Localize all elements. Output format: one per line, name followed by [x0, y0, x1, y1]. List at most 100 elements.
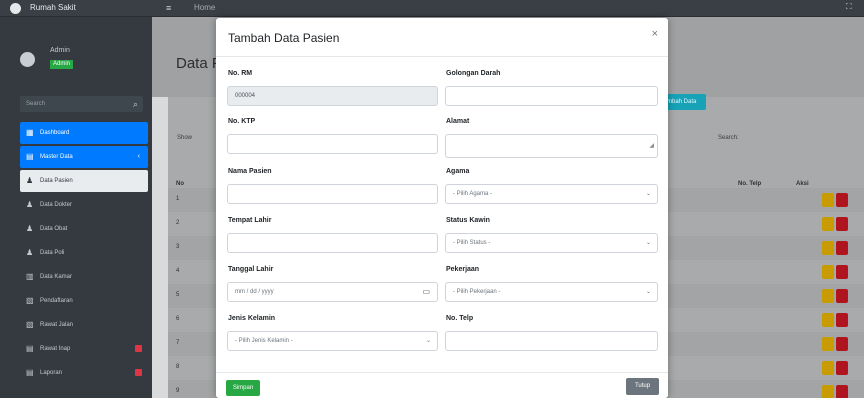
show-entries-label: Show: [177, 135, 193, 141]
tempat-lahir-field[interactable]: [227, 233, 438, 253]
chevron-left-icon: ‹: [137, 153, 140, 160]
edit-button[interactable]: [822, 241, 834, 255]
delete-button[interactable]: [836, 361, 848, 375]
delete-button[interactable]: [836, 217, 848, 231]
sidebar-item-label: Pendaftaran: [40, 298, 73, 304]
nav-home-link[interactable]: Home: [194, 3, 215, 12]
row-number: 7: [176, 340, 180, 346]
jenis-kelamin-selected: - Pilih Jenis Kelamin -: [235, 338, 293, 344]
edit-button[interactable]: [822, 265, 834, 279]
no-ktp-label: No. KTP: [228, 118, 256, 125]
column-header-no[interactable]: No: [176, 181, 184, 187]
notification-badge: [135, 369, 142, 376]
building-icon: ▥: [26, 272, 34, 281]
clipboard-icon: ▧: [26, 296, 34, 305]
tanggal-lahir-field[interactable]: mm / dd / yyyy ▭: [227, 282, 438, 302]
alamat-label: Alamat: [446, 118, 470, 125]
modal-header-divider: [216, 56, 668, 57]
user-icon: ♟: [26, 248, 34, 257]
sidebar-item-label: Data Kamar: [40, 274, 73, 280]
user-icon: ♟: [26, 176, 34, 185]
search-icon[interactable]: ⌕: [133, 96, 138, 112]
calendar-icon[interactable]: ▭: [422, 283, 430, 301]
alamat-textarea[interactable]: ◢: [445, 134, 658, 158]
status-kawin-select[interactable]: - Pilih Status - ⌄: [445, 233, 658, 253]
sidebar-item-laporan[interactable]: ▤ Laporan: [20, 362, 148, 384]
sidebar-item-rawat-inap[interactable]: ▤ Rawat Inap: [20, 338, 148, 360]
top-navbar: Rumah Sakit ≡ Home ⛶: [0, 0, 864, 17]
app-title[interactable]: Rumah Sakit: [30, 3, 76, 12]
dashboard-icon: ▦: [26, 128, 34, 137]
jenis-kelamin-label: Jenis Kelamin: [228, 315, 276, 322]
save-button[interactable]: Simpan: [226, 380, 260, 396]
sidebar-item-data-poli[interactable]: ♟ Data Poli: [20, 242, 148, 264]
nama-pasien-field[interactable]: [227, 184, 438, 204]
pekerjaan-label: Pekerjaan: [446, 266, 480, 273]
sidebar-item-data-dokter[interactable]: ♟ Data Dokter: [20, 194, 148, 216]
clipboard-icon: ▧: [26, 320, 34, 329]
delete-button[interactable]: [836, 337, 848, 351]
table-icon: ▤: [26, 368, 34, 377]
column-header-aksi[interactable]: Aksi: [796, 181, 809, 187]
close-icon[interactable]: ×: [652, 28, 658, 40]
sidebar-item-data-pasien[interactable]: ♟ Data Pasien: [20, 170, 148, 192]
edit-button[interactable]: [822, 289, 834, 303]
sidebar-item-label: Data Dokter: [40, 202, 73, 208]
no-telp-label: No. Telp: [446, 315, 474, 322]
pekerjaan-select[interactable]: - Pilih Pekerjaan - ⌄: [445, 282, 658, 302]
sidebar-item-data-obat[interactable]: ♟ Data Obat: [20, 218, 148, 240]
expand-icon[interactable]: ⛶: [846, 2, 856, 12]
column-header-telp[interactable]: No. Telp: [738, 181, 761, 187]
chevron-down-icon: ⌄: [645, 191, 651, 197]
sidebar-item-label: Dashboard: [40, 130, 70, 136]
user-name[interactable]: Admin: [50, 47, 70, 54]
sidebar-item-dashboard[interactable]: ▦ Dashboard: [20, 122, 148, 144]
user-icon: ♟: [26, 224, 34, 233]
database-icon: ▤: [26, 152, 34, 161]
golongan-darah-label: Golongan Darah: [446, 70, 501, 77]
sidebar-item-pendaftaran[interactable]: ▧ Pendaftaran: [20, 290, 148, 312]
no-ktp-field[interactable]: [227, 134, 438, 154]
row-number: 5: [176, 292, 180, 298]
golongan-darah-field[interactable]: [445, 86, 658, 106]
row-number: 4: [176, 268, 180, 274]
jenis-kelamin-select[interactable]: - Pilih Jenis Kelamin - ⌄: [227, 331, 438, 351]
delete-button[interactable]: [836, 241, 848, 255]
delete-button[interactable]: [836, 313, 848, 327]
avatar: [20, 52, 35, 67]
delete-button[interactable]: [836, 193, 848, 207]
no-rm-field: 000004: [227, 86, 438, 106]
agama-selected: - Pilih Agama -: [453, 191, 493, 197]
resize-handle-icon[interactable]: ◢: [649, 137, 654, 155]
menu-toggle-icon[interactable]: ≡: [166, 3, 176, 13]
close-button[interactable]: Tutup: [626, 378, 659, 395]
edit-button[interactable]: [822, 217, 834, 231]
edit-button[interactable]: [822, 385, 834, 398]
status-kawin-selected: - Pilih Status -: [453, 240, 491, 246]
delete-button[interactable]: [836, 265, 848, 279]
tanggal-lahir-placeholder: mm / dd / yyyy: [235, 289, 274, 295]
delete-button[interactable]: [836, 385, 848, 398]
agama-label: Agama: [446, 168, 470, 175]
table-icon: ▤: [26, 344, 34, 353]
agama-select[interactable]: - Pilih Agama - ⌄: [445, 184, 658, 204]
no-telp-field[interactable]: [445, 331, 658, 351]
edit-button[interactable]: [822, 337, 834, 351]
sidebar-item-data-kamar[interactable]: ▥ Data Kamar: [20, 266, 148, 288]
sidebar-search-input[interactable]: Search ⌕: [20, 96, 143, 112]
row-number: 8: [176, 364, 180, 370]
add-patient-modal: Tambah Data Pasien × No. RM 000004 No. K…: [216, 18, 668, 398]
sidebar-item-rawat-jalan[interactable]: ▧ Rawat Jalan: [20, 314, 148, 336]
sidebar-item-label: Laporan: [40, 370, 63, 376]
edit-button[interactable]: [822, 361, 834, 375]
edit-button[interactable]: [822, 313, 834, 327]
sidebar-search-placeholder: Search: [26, 101, 46, 107]
tanggal-lahir-label: Tanggal Lahir: [228, 266, 274, 273]
sidebar-item-master-data[interactable]: ▤ Master Data ‹: [20, 146, 148, 168]
sidebar-item-label: Data Poli: [40, 250, 65, 256]
delete-button[interactable]: [836, 289, 848, 303]
edit-button[interactable]: [822, 193, 834, 207]
sidebar-item-label: Rawat Inap: [40, 346, 71, 352]
row-number: 3: [176, 244, 180, 250]
sidebar-item-label: Rawat Jalan: [40, 322, 74, 328]
